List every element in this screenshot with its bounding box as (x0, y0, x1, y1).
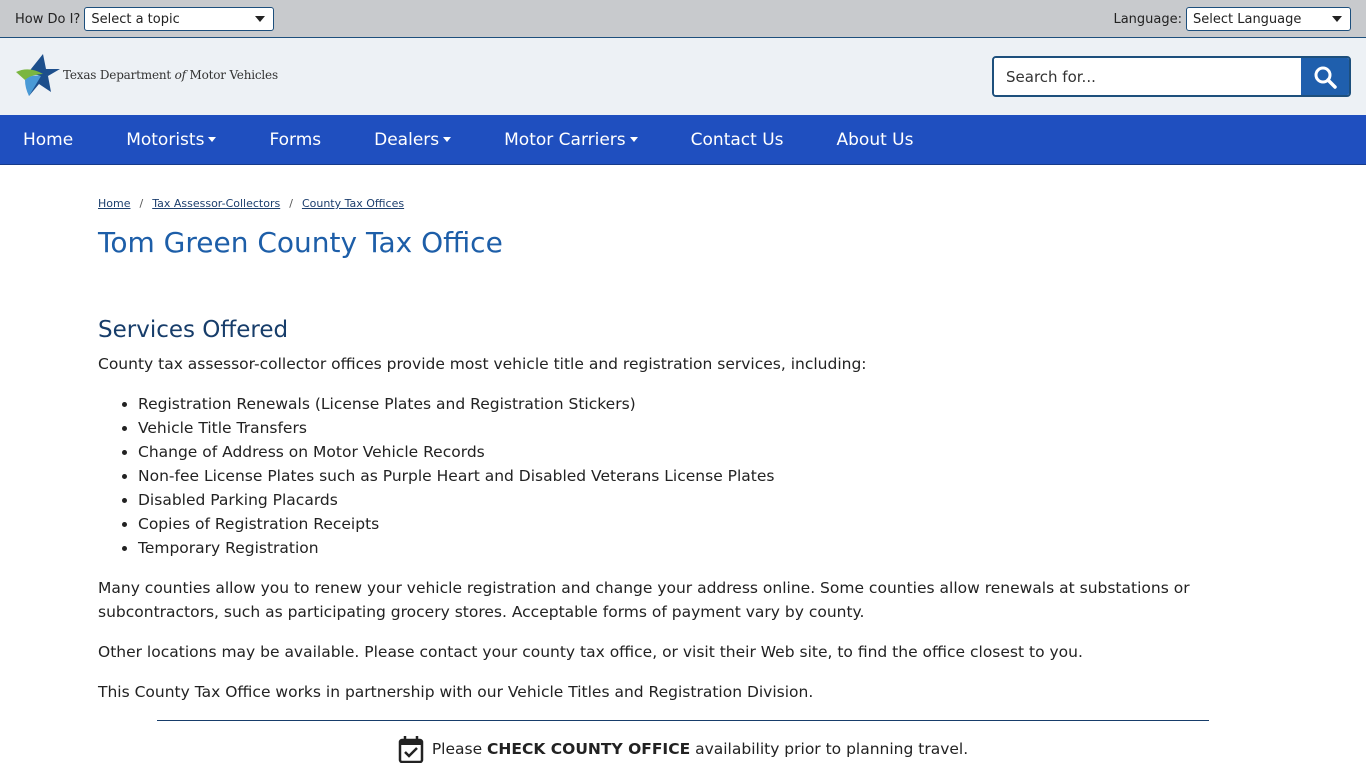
search-button[interactable] (1301, 58, 1349, 95)
list-item: Vehicle Title Transfers (138, 416, 1268, 440)
language-select-value: Select Language (1193, 11, 1302, 27)
section-heading: Services Offered (98, 317, 289, 343)
main-nav: Home Motorists Forms Dealers Motor Carri… (0, 115, 1366, 165)
list-item: Non-fee License Plates such as Purple He… (138, 464, 1268, 488)
how-do-i-group: How Do I? Select a topic (15, 7, 275, 31)
search-bar (992, 56, 1351, 97)
main-content: Home / Tax Assessor-Collectors / County … (0, 197, 1366, 763)
notice-prefix: Please (431, 740, 488, 758)
search-input[interactable] (994, 58, 1301, 95)
page-title: Tom Green County Tax Office (98, 226, 503, 259)
nav-label: Forms (269, 129, 322, 150)
travel-notice: Please CHECK COUNTY OFFICE availability … (98, 735, 1268, 763)
nav-label: Motor Carriers (504, 129, 626, 150)
nav-about-us[interactable]: About Us (837, 130, 914, 150)
site-header: Texas Department of Motor Vehicles (0, 38, 1366, 115)
star-logo-icon (16, 54, 60, 96)
breadcrumb-home[interactable]: Home (98, 197, 130, 210)
nav-label: Motorists (126, 129, 205, 150)
notice-suffix: availability prior to planning travel. (690, 740, 969, 758)
paragraph: This County Tax Office works in partners… (98, 683, 814, 701)
list-item: Change of Address on Motor Vehicle Recor… (138, 440, 1268, 464)
txdmv-logo[interactable]: Texas Department of Motor Vehicles (15, 52, 278, 98)
breadcrumb-tax-assessor-collectors[interactable]: Tax Assessor-Collectors (152, 197, 280, 210)
caret-down-icon (629, 137, 638, 142)
nav-forms[interactable]: Forms (269, 130, 321, 150)
divider (157, 720, 1209, 721)
chevron-down-icon (1332, 16, 1342, 22)
nav-home[interactable]: Home (23, 130, 73, 150)
how-do-i-label: How Do I? (15, 11, 81, 27)
list-item: Copies of Registration Receipts (138, 512, 1268, 536)
language-label: Language: (1113, 11, 1182, 27)
utility-bar: How Do I? Select a topic Language: Selec… (0, 0, 1366, 38)
breadcrumb-separator: / (139, 197, 144, 210)
intro-text: County tax assessor-collector offices pr… (98, 355, 867, 373)
nav-dealers[interactable]: Dealers (374, 129, 452, 150)
chevron-down-icon (255, 16, 266, 22)
language-group: Language: Select Language (1113, 7, 1351, 31)
notice-bold: CHECK COUNTY OFFICE (487, 740, 691, 758)
nav-motorists[interactable]: Motorists (126, 129, 217, 150)
logo-text-part: Texas Department (63, 68, 175, 82)
breadcrumb: Home / Tax Assessor-Collectors / County … (98, 197, 1268, 210)
list-item: Disabled Parking Placards (138, 488, 1268, 512)
logo-text-part: Motor Vehicles (185, 68, 279, 82)
language-select[interactable]: Select Language (1186, 7, 1351, 31)
nav-label: Home (23, 129, 74, 150)
caret-down-icon (208, 137, 217, 142)
topic-select-value: Select a topic (91, 11, 180, 27)
breadcrumb-separator: / (289, 197, 293, 210)
logo-text-of: of (174, 68, 186, 82)
services-list: Registration Renewals (License Plates an… (138, 392, 1268, 560)
list-item: Registration Renewals (License Plates an… (138, 392, 1268, 416)
breadcrumb-county-tax-offices[interactable]: County Tax Offices (302, 197, 404, 210)
nav-label: Contact Us (690, 129, 784, 150)
nav-label: Dealers (374, 129, 440, 150)
list-item: Temporary Registration (138, 536, 1268, 560)
logo-text: Texas Department of Motor Vehicles (63, 68, 278, 82)
nav-label: About Us (836, 129, 914, 150)
search-icon (1314, 66, 1337, 89)
topic-select[interactable]: Select a topic (84, 7, 275, 31)
calendar-check-icon (398, 736, 424, 763)
nav-motor-carriers[interactable]: Motor Carriers (504, 130, 638, 150)
paragraph: Other locations may be available. Please… (98, 643, 1083, 661)
nav-contact-us[interactable]: Contact Us (691, 130, 784, 150)
caret-down-icon (443, 137, 452, 142)
paragraph: Many counties allow you to renew your ve… (98, 579, 1190, 621)
